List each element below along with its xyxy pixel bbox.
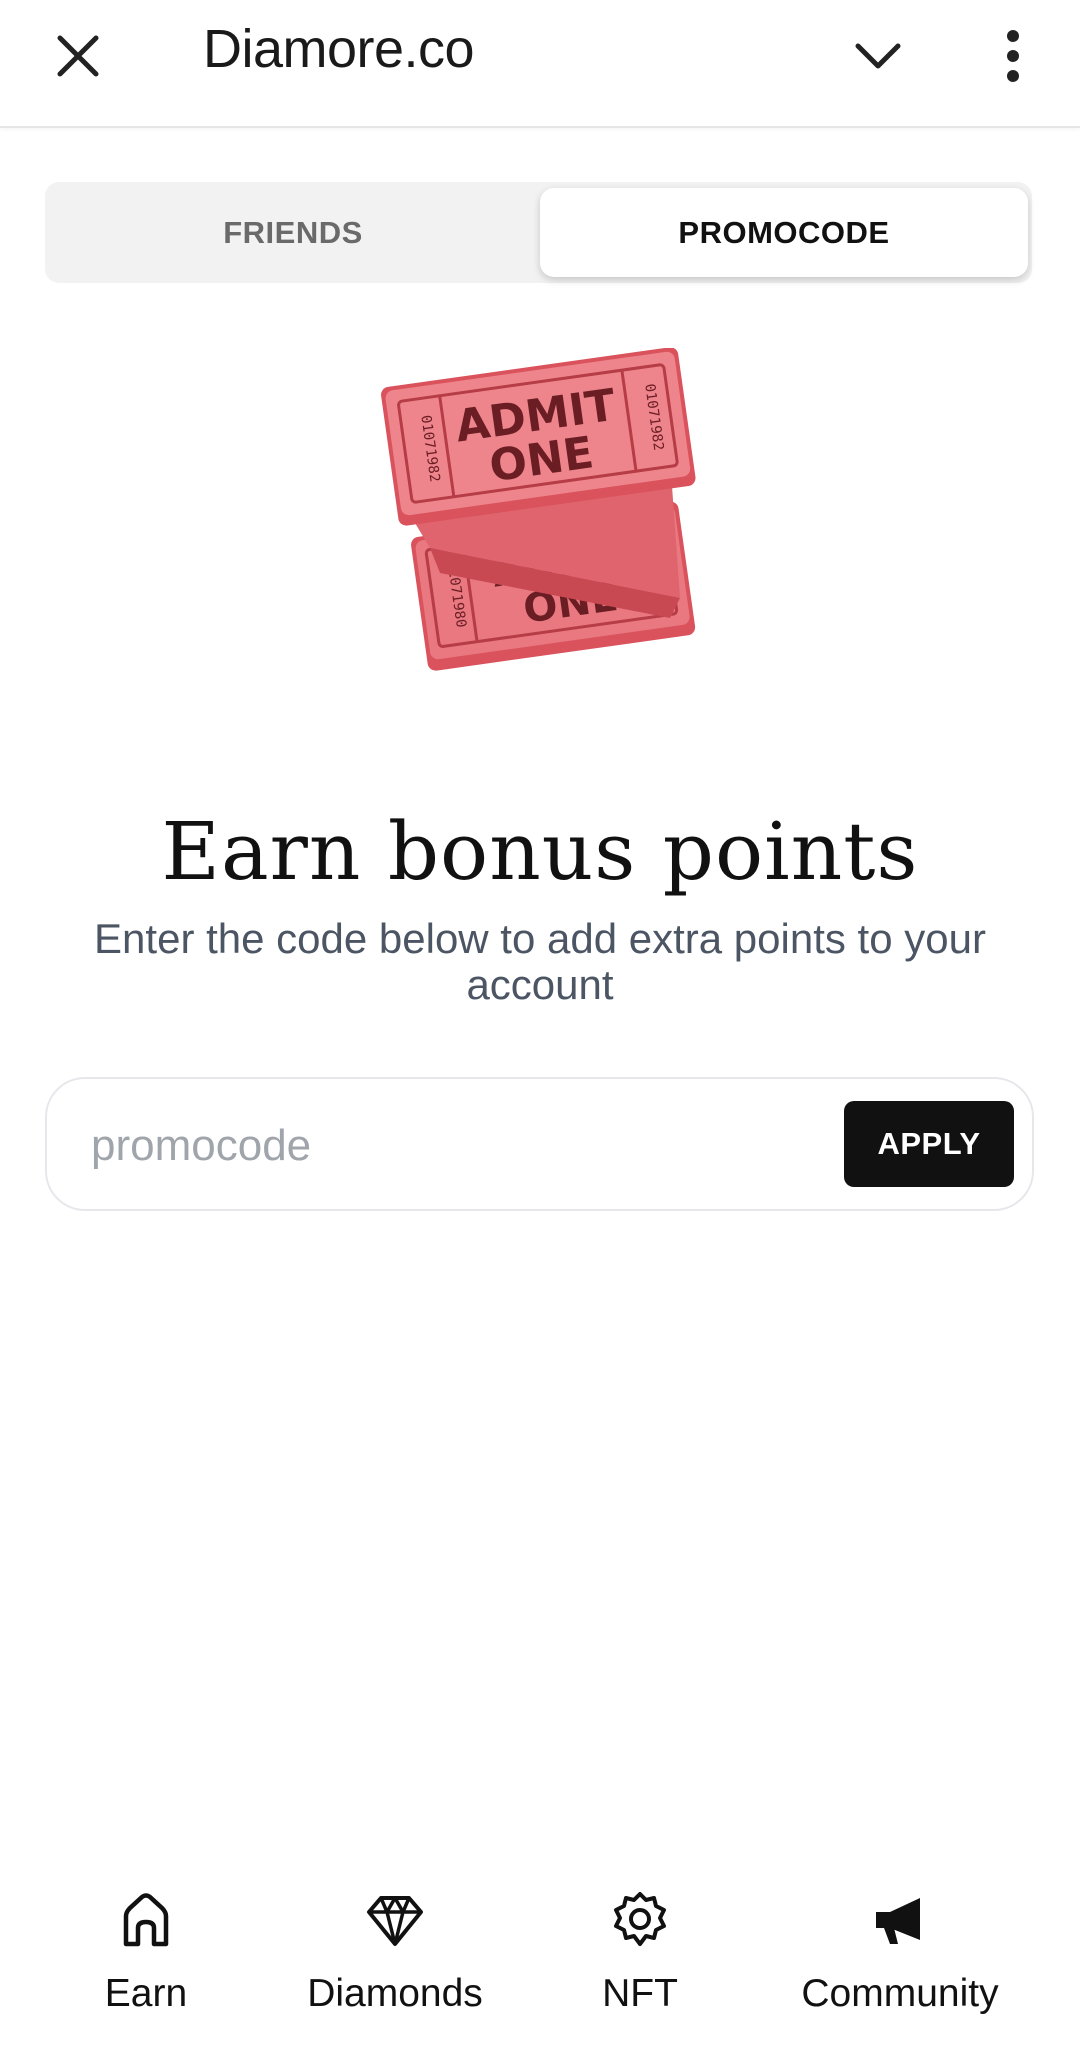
home-icon	[123, 1893, 169, 1947]
page-subtext: Enter the code below to add extra points…	[94, 915, 986, 1008]
nav-item-nft[interactable]: NFT	[580, 1870, 700, 2030]
nav-label-diamonds: Diamonds	[307, 1972, 483, 2015]
bottom-nav: Earn Diamonds NFT Community	[0, 1870, 1080, 2040]
megaphone-icon	[876, 1898, 920, 1944]
nav-label-earn: Earn	[104, 1972, 188, 2015]
promocode-form: APPLY	[45, 1077, 1034, 1211]
tab-promocode[interactable]: PROMOCODE	[540, 188, 1028, 277]
nav-item-diamonds[interactable]: Diamonds	[280, 1870, 510, 2030]
gear-icon	[614, 1892, 666, 1946]
admit-one-tickets-icon: 01071980 ADMIT ONE 01071982 01071982 ADM…	[370, 347, 710, 728]
nav-item-community[interactable]: Community	[790, 1870, 1010, 2030]
top-bar: Diamore.co	[0, 0, 1080, 128]
close-button[interactable]	[40, 18, 116, 94]
page-headline: Earn bonus points	[161, 805, 919, 898]
dropdown-button[interactable]	[840, 18, 916, 94]
more-options-button[interactable]	[975, 18, 1051, 94]
apply-button[interactable]: APPLY	[844, 1101, 1014, 1187]
nav-label-community: Community	[801, 1972, 999, 2015]
nav-item-earn[interactable]: Earn	[86, 1870, 206, 2030]
more-vertical-icon	[1007, 30, 1019, 82]
segmented-tabs: FRIENDS PROMOCODE	[45, 182, 1032, 283]
diamond-icon	[367, 1896, 423, 1946]
chevron-down-icon	[855, 43, 901, 69]
nav-label-nft: NFT	[602, 1972, 678, 2015]
close-icon	[57, 35, 99, 77]
app-root: Diamore.co FRIENDS PROMOCODE 01071980 ON…	[0, 0, 1080, 2068]
tab-friends[interactable]: FRIENDS	[49, 188, 537, 277]
promocode-input[interactable]	[91, 1109, 831, 1183]
site-title: Diamore.co	[203, 19, 475, 79]
